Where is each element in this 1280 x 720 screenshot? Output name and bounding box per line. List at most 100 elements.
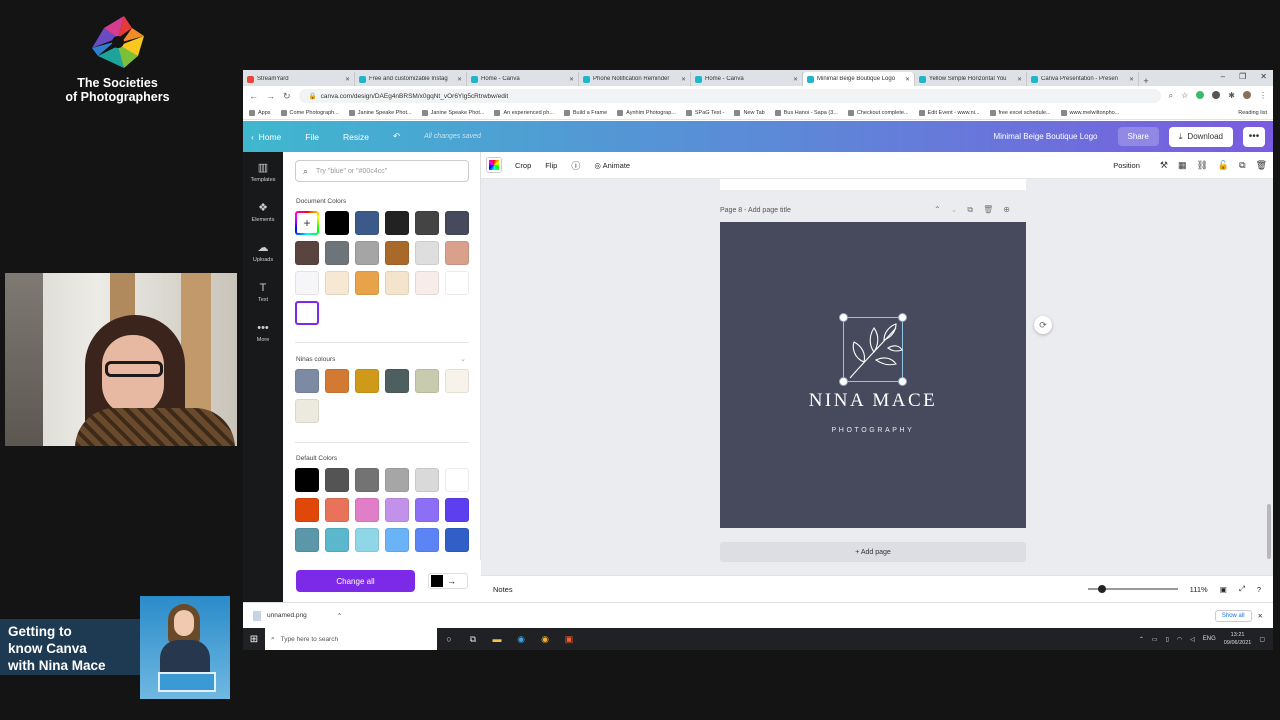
bookmark-item[interactable]: Apps	[249, 109, 271, 116]
color-swatch[interactable]	[445, 468, 469, 492]
zoom-slider[interactable]	[1087, 585, 1178, 593]
browser-tab[interactable]: Minimal Beige Boutique Logo ✕	[803, 72, 915, 86]
bookmark-item[interactable]: Janine Speake Phot...	[348, 109, 412, 116]
color-swatch[interactable]	[355, 211, 379, 235]
extension-icon[interactable]	[1196, 91, 1205, 99]
taskbar-search-input[interactable]: ⌕ Type here to search	[265, 628, 437, 650]
browser-tab[interactable]: Home - Canva ✕	[467, 72, 579, 86]
rail-item-uploads[interactable]: ☁ Uploads	[243, 232, 283, 272]
extension-icon[interactable]	[1212, 91, 1221, 99]
back-icon[interactable]: ←	[249, 91, 258, 101]
selected-leaf-element[interactable]	[840, 314, 906, 385]
brand-name-text[interactable]: NINA MACE	[720, 390, 1026, 412]
color-swatch[interactable]	[355, 528, 379, 552]
color-swatch[interactable]	[325, 468, 349, 492]
show-all-button[interactable]: Show all	[1214, 609, 1252, 622]
previous-page[interactable]	[720, 179, 1026, 190]
color-swatch[interactable]	[445, 211, 469, 235]
browser-tab[interactable]: Home - Canva ✕	[691, 72, 803, 86]
rotate-icon[interactable]: ⟳	[1034, 316, 1052, 334]
volume-icon[interactable]: ◁	[1190, 636, 1195, 643]
close-tab-icon[interactable]: ✕	[1017, 76, 1022, 83]
color-swatch[interactable]	[415, 498, 439, 522]
bookmark-item[interactable]: www.melwiltonpho...	[1060, 109, 1119, 116]
color-search-input[interactable]: ⌕ Try "blue" or "#00c4cc"	[295, 160, 469, 182]
chevron-down-icon[interactable]: ⌄	[951, 205, 958, 215]
color-swatch[interactable]	[385, 211, 409, 235]
bookmark-item[interactable]: free excel schedule...	[989, 109, 1051, 116]
flip-button[interactable]: Flip	[545, 161, 557, 170]
bookmark-item[interactable]: Edit Event - www.ni...	[918, 109, 980, 116]
file-menu[interactable]: File	[305, 132, 319, 142]
menu-dots-icon[interactable]: ⋮	[1259, 91, 1267, 101]
color-swatch[interactable]	[385, 498, 409, 522]
minimize-icon[interactable]: –	[1221, 72, 1225, 81]
color-swatch[interactable]	[325, 528, 349, 552]
zoom-level[interactable]: 111%	[1190, 585, 1208, 594]
bookmark-item[interactable]: Bus Hanoi - Sapa (3...	[774, 109, 838, 116]
browser-tab[interactable]: Free and customizable Instag ✕	[355, 72, 467, 86]
app-icon[interactable]: ▣	[557, 634, 581, 645]
cortana-icon[interactable]: ○	[437, 634, 461, 644]
vertical-scrollbar[interactable]	[1267, 504, 1271, 559]
color-swatch[interactable]	[385, 528, 409, 552]
crop-button[interactable]: Crop	[515, 161, 531, 170]
network-icon[interactable]: ▭	[1152, 636, 1158, 643]
more-options-button[interactable]: •••	[1243, 126, 1265, 147]
resize-handle[interactable]	[899, 314, 906, 321]
download-button[interactable]: ⤓ Download	[1168, 126, 1233, 147]
selected-color-swatch[interactable]	[295, 301, 319, 325]
maximize-icon[interactable]: ❐	[1239, 72, 1246, 81]
close-tab-icon[interactable]: ✕	[345, 76, 350, 83]
browser-tab[interactable]: Phone Notification Reminder ✕	[579, 72, 691, 86]
bookmark-item[interactable]: An experienced ph...	[494, 109, 554, 116]
new-tab-button[interactable]: +	[1139, 76, 1153, 86]
color-swatch[interactable]	[325, 498, 349, 522]
transparency-icon[interactable]: ▦	[1178, 160, 1187, 171]
color-swatch[interactable]	[295, 528, 319, 552]
change-all-button[interactable]: Change all	[296, 570, 415, 592]
color-swatch[interactable]	[355, 498, 379, 522]
color-swatch[interactable]	[295, 369, 319, 393]
bookmark-item[interactable]: Come Photograph...	[280, 109, 339, 116]
color-swatch[interactable]	[445, 369, 469, 393]
bookmark-item[interactable]: New Tab	[734, 109, 765, 116]
color-swatch[interactable]	[415, 468, 439, 492]
windows-start-icon[interactable]: ⊞	[243, 634, 265, 645]
close-window-icon[interactable]: ✕	[1260, 72, 1267, 81]
downloaded-file[interactable]: unnamed.png	[267, 612, 307, 619]
color-swatch[interactable]	[415, 211, 439, 235]
color-swatch[interactable]	[295, 468, 319, 492]
chevron-up-icon[interactable]: ⌃	[1139, 636, 1144, 643]
color-swatch[interactable]	[385, 468, 409, 492]
animate-button[interactable]: ◎ Animate	[594, 161, 630, 170]
close-tab-icon[interactable]: ✕	[457, 76, 462, 83]
resize-button[interactable]: Resize	[343, 132, 369, 142]
chrome-icon[interactable]: ◉	[533, 634, 557, 645]
reload-icon[interactable]: ↻	[283, 91, 291, 102]
zoom-slider-knob[interactable]	[1098, 585, 1107, 593]
help-icon[interactable]: ?	[1257, 585, 1261, 594]
color-swatch[interactable]	[355, 241, 379, 265]
delete-page-icon[interactable]: 🗑	[983, 205, 993, 215]
color-swatch[interactable]	[445, 271, 469, 295]
color-swatch[interactable]	[355, 271, 379, 295]
rail-item-more[interactable]: ••• More	[243, 312, 283, 352]
reading-list-button[interactable]: Reading list	[1238, 110, 1273, 116]
color-swatch[interactable]	[415, 369, 439, 393]
add-page-button[interactable]: + Add page	[720, 542, 1026, 562]
color-swatch[interactable]	[415, 241, 439, 265]
bookmark-item[interactable]: SPaG Test -	[685, 109, 724, 116]
rail-item-elements[interactable]: ❖ Elements	[243, 192, 283, 232]
color-swatch[interactable]	[445, 241, 469, 265]
bookmark-item[interactable]: Checkout complete...	[847, 109, 909, 116]
color-swatch[interactable]	[325, 241, 349, 265]
bookmark-item[interactable]: Janine Speake Phot...	[421, 109, 484, 116]
color-swatch[interactable]	[295, 271, 319, 295]
color-swatch[interactable]	[325, 369, 349, 393]
color-swatch[interactable]	[295, 498, 319, 522]
bookmark-item[interactable]: Aynhim Photograp...	[617, 109, 676, 116]
profile-avatar[interactable]	[1243, 91, 1251, 99]
duplicate-icon[interactable]: ⧉	[1239, 160, 1245, 171]
chevron-up-icon[interactable]: ⌃	[337, 612, 342, 620]
